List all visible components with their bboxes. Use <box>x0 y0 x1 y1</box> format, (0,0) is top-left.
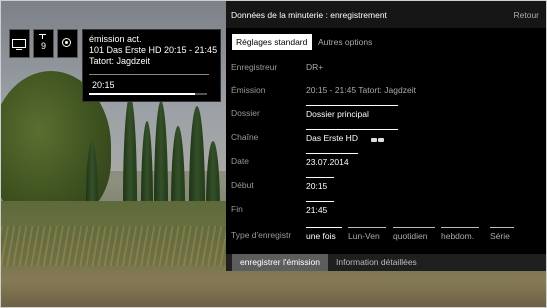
label-start: Début <box>231 180 254 190</box>
info-title: émission act. <box>89 34 142 44</box>
channel-field[interactable]: Das Erste HD <box>306 129 398 144</box>
type-option-daily[interactable]: quotidien <box>393 227 435 241</box>
signal-icon <box>39 34 46 39</box>
divider <box>89 74 209 75</box>
timer-panel: Données de la minuterie : enregistrement… <box>226 1 546 271</box>
progress-bar <box>89 93 207 95</box>
value-program[interactable]: 20:15 - 21:45 Tatort: Jagdzeit <box>306 85 416 95</box>
label-folder: Dossier <box>231 108 260 118</box>
label-recorder: Enregistreur <box>231 62 278 72</box>
info-program: 101 Das Erste HD 20:15 - 21:45 <box>89 45 218 55</box>
date-field[interactable]: 23.07.2014 <box>306 153 358 167</box>
start-field[interactable]: 20:15 <box>306 177 334 191</box>
back-button[interactable]: Retour <box>513 10 539 20</box>
type-option-series[interactable]: Série <box>490 227 514 241</box>
tab-standard-settings[interactable]: Réglages standard <box>232 34 312 50</box>
type-option-once[interactable]: une fois <box>306 227 342 241</box>
label-recording-type: Type d'enregistr <box>231 230 292 240</box>
channel-name: Das Erste HD <box>306 133 358 143</box>
channel-number-box: 9 <box>33 29 54 58</box>
record-icon <box>62 38 71 47</box>
label-program: Émission <box>231 85 266 95</box>
record-program-button[interactable]: enregistrer l'émission <box>232 254 328 271</box>
panel-title: Données de la minuterie : enregistrement <box>231 10 387 20</box>
progress-bar-fill <box>89 93 196 95</box>
channel-number: 9 <box>40 41 46 51</box>
current-program-info: émission act. 101 Das Erste HD 20:15 - 2… <box>82 29 221 102</box>
type-option-weekly[interactable]: hebdom. <box>441 227 479 241</box>
end-field[interactable]: 21:45 <box>306 201 334 215</box>
tab-other-options[interactable]: Autres options <box>318 34 372 50</box>
value-recorder[interactable]: DR+ <box>306 62 323 72</box>
info-time: 20:15 <box>92 80 115 90</box>
hd-icon <box>370 134 385 144</box>
type-option-mon-fri[interactable]: Lun-Ven <box>348 227 386 241</box>
tv-screen: 9 émission act. 101 Das Erste HD 20:15 -… <box>0 0 547 308</box>
tv-icon-box <box>9 29 30 58</box>
record-icon-box <box>57 29 78 58</box>
label-channel: Chaîne <box>231 132 259 142</box>
label-end: Fin <box>231 204 243 214</box>
info-program-name: Tatort: Jagdzeit <box>89 56 151 66</box>
panel-footer: enregistrer l'émission Information détai… <box>226 254 546 271</box>
detailed-info-button[interactable]: Information détaillées <box>336 254 417 271</box>
folder-field[interactable]: Dossier principal <box>306 105 398 119</box>
label-date: Date <box>231 156 249 166</box>
tv-icon <box>12 39 26 50</box>
panel-header: Données de la minuterie : enregistrement… <box>226 1 546 28</box>
